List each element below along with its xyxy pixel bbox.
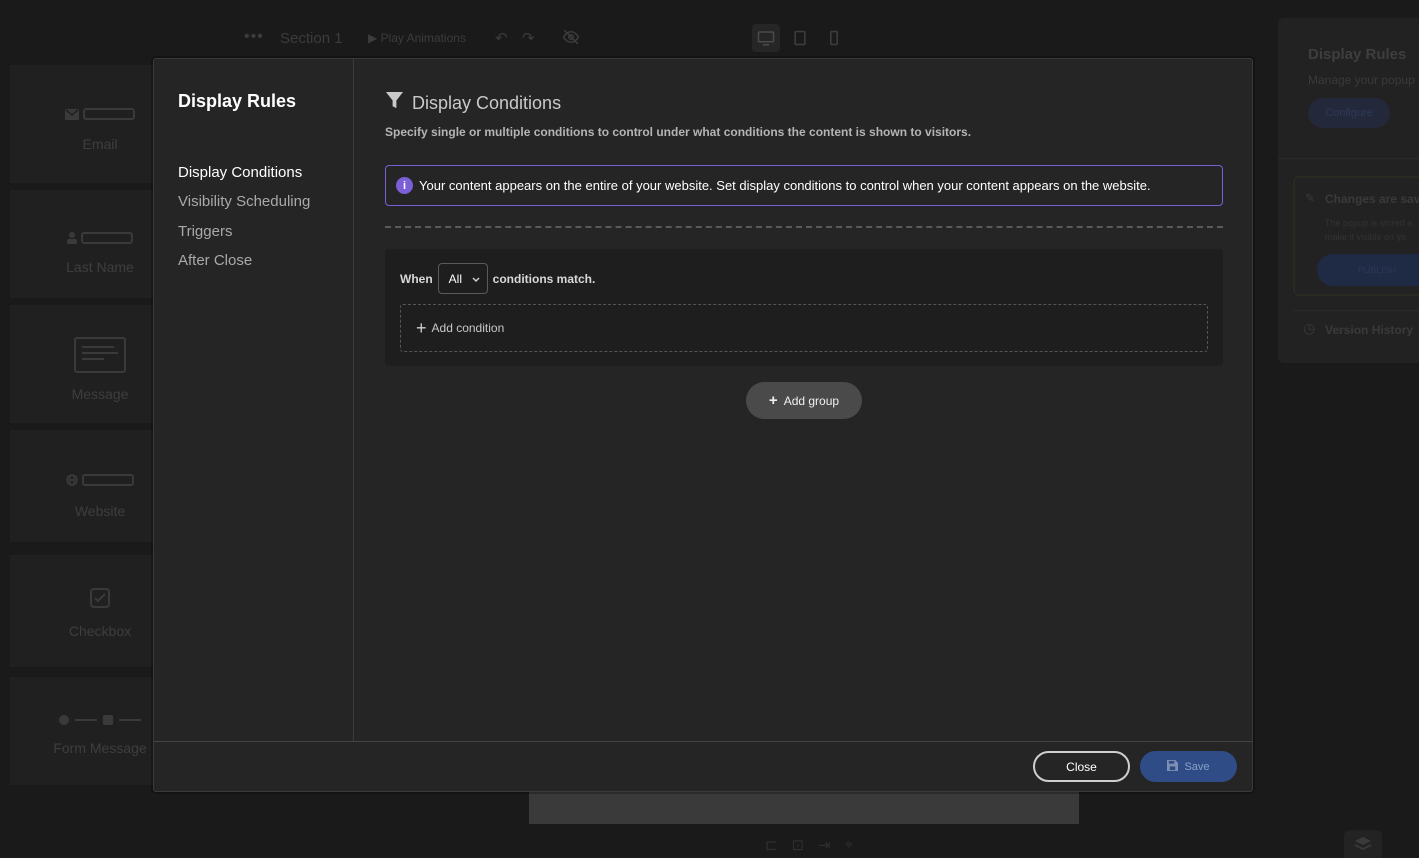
device-switcher: [752, 24, 848, 52]
play-animations-button[interactable]: ▶ Play Animations: [368, 31, 466, 45]
hide-icon[interactable]: [562, 28, 580, 49]
dashed-divider: [385, 226, 1223, 228]
canvas-preview: [529, 792, 1079, 824]
display-rules-modal: Display Rules Display Conditions Visibil…: [153, 58, 1253, 792]
filter-icon: [385, 91, 404, 115]
section-title: Display Conditions: [412, 92, 562, 113]
right-settings-panel: Display Rules Manage your popup Configur…: [1278, 18, 1419, 363]
right-panel-title: Display Rules: [1308, 46, 1407, 63]
match-value: All: [448, 271, 463, 286]
tablet-icon[interactable]: [786, 24, 814, 52]
add-group-button[interactable]: + Add group: [746, 382, 862, 419]
save-icon: [1167, 759, 1179, 774]
version-history-label: Version History: [1325, 323, 1414, 337]
align-icon[interactable]: ⊡: [792, 836, 805, 854]
match-select[interactable]: All: [437, 263, 488, 294]
nav-after-close[interactable]: After Close: [178, 252, 252, 269]
canvas-toolbar: ⊏ ⊡ ⇥ ⌖: [765, 836, 853, 854]
match-row: When All conditions match.: [400, 263, 595, 294]
chevron-down-icon: [472, 272, 480, 286]
enter-icon[interactable]: ⇥: [818, 836, 831, 854]
nav-visibility-scheduling[interactable]: Visibility Scheduling: [178, 193, 310, 210]
padding-icon[interactable]: ⊏: [765, 836, 778, 854]
save-button[interactable]: Save: [1140, 751, 1237, 782]
play-animations-label: Play Animations: [380, 31, 466, 45]
add-group-label: Add group: [783, 393, 840, 408]
section-heading: Display Conditions: [385, 91, 561, 115]
section-name[interactable]: Section 1: [280, 30, 343, 47]
page: ••• Section 1 ▶ Play Animations ↶ ↷ Emai…: [0, 0, 1419, 858]
condition-group: When All conditions match. + Add conditi…: [385, 249, 1223, 366]
add-condition-label: Add condition: [431, 321, 505, 335]
info-text: Your content appears on the entire of yo…: [419, 178, 1151, 193]
divider: [1278, 158, 1419, 159]
modal-sidebar: Display Rules Display Conditions Visibil…: [154, 59, 354, 741]
modal-footer: Close Save: [154, 741, 1252, 791]
section-description: Specify single or multiple conditions to…: [385, 125, 972, 139]
modal-title: Display Rules: [178, 91, 297, 111]
plus-icon: +: [768, 392, 778, 409]
configure-button[interactable]: Configure: [1308, 98, 1390, 128]
clock-icon: ◷: [1303, 320, 1316, 336]
edit-icon: ✎: [1305, 191, 1316, 205]
info-icon: i: [396, 177, 413, 194]
nav-display-conditions[interactable]: Display Conditions: [178, 164, 302, 181]
close-button[interactable]: Close: [1033, 751, 1130, 782]
changes-description: The popup is stored a make it visible on…: [1325, 216, 1412, 244]
save-label: Save: [1184, 760, 1210, 773]
layers-icon[interactable]: [1344, 830, 1382, 858]
publish-button[interactable]: PUBLISH: [1317, 254, 1419, 286]
changes-saved-card: ✎ Changes are sav The popup is stored a …: [1293, 176, 1419, 296]
right-panel-subtitle: Manage your popup: [1308, 73, 1415, 87]
editor-topbar: ••• Section 1 ▶ Play Animations ↶ ↷: [210, 18, 1270, 58]
redo-icon[interactable]: ↷: [522, 29, 535, 47]
mobile-icon[interactable]: [820, 24, 848, 52]
nav-triggers[interactable]: Triggers: [178, 223, 232, 240]
match-suffix: conditions match.: [492, 271, 596, 286]
changes-desc-line: The popup is stored a: [1325, 218, 1413, 228]
changes-desc-line: make it visible on yo: [1325, 232, 1407, 242]
add-condition-button[interactable]: + Add condition: [400, 304, 1208, 352]
when-label: When: [400, 271, 433, 286]
undo-icon[interactable]: ↶: [495, 29, 508, 47]
info-banner: i Your content appears on the entire of …: [385, 165, 1223, 206]
pin-icon[interactable]: ⌖: [845, 836, 853, 854]
modal-content: Display Conditions Specify single or mul…: [355, 59, 1252, 741]
more-icon[interactable]: •••: [244, 28, 264, 46]
plus-icon: +: [416, 318, 427, 338]
desktop-icon[interactable]: [752, 24, 780, 52]
changes-title: Changes are sav: [1325, 192, 1419, 206]
version-history[interactable]: ◷ Version History: [1293, 310, 1419, 346]
